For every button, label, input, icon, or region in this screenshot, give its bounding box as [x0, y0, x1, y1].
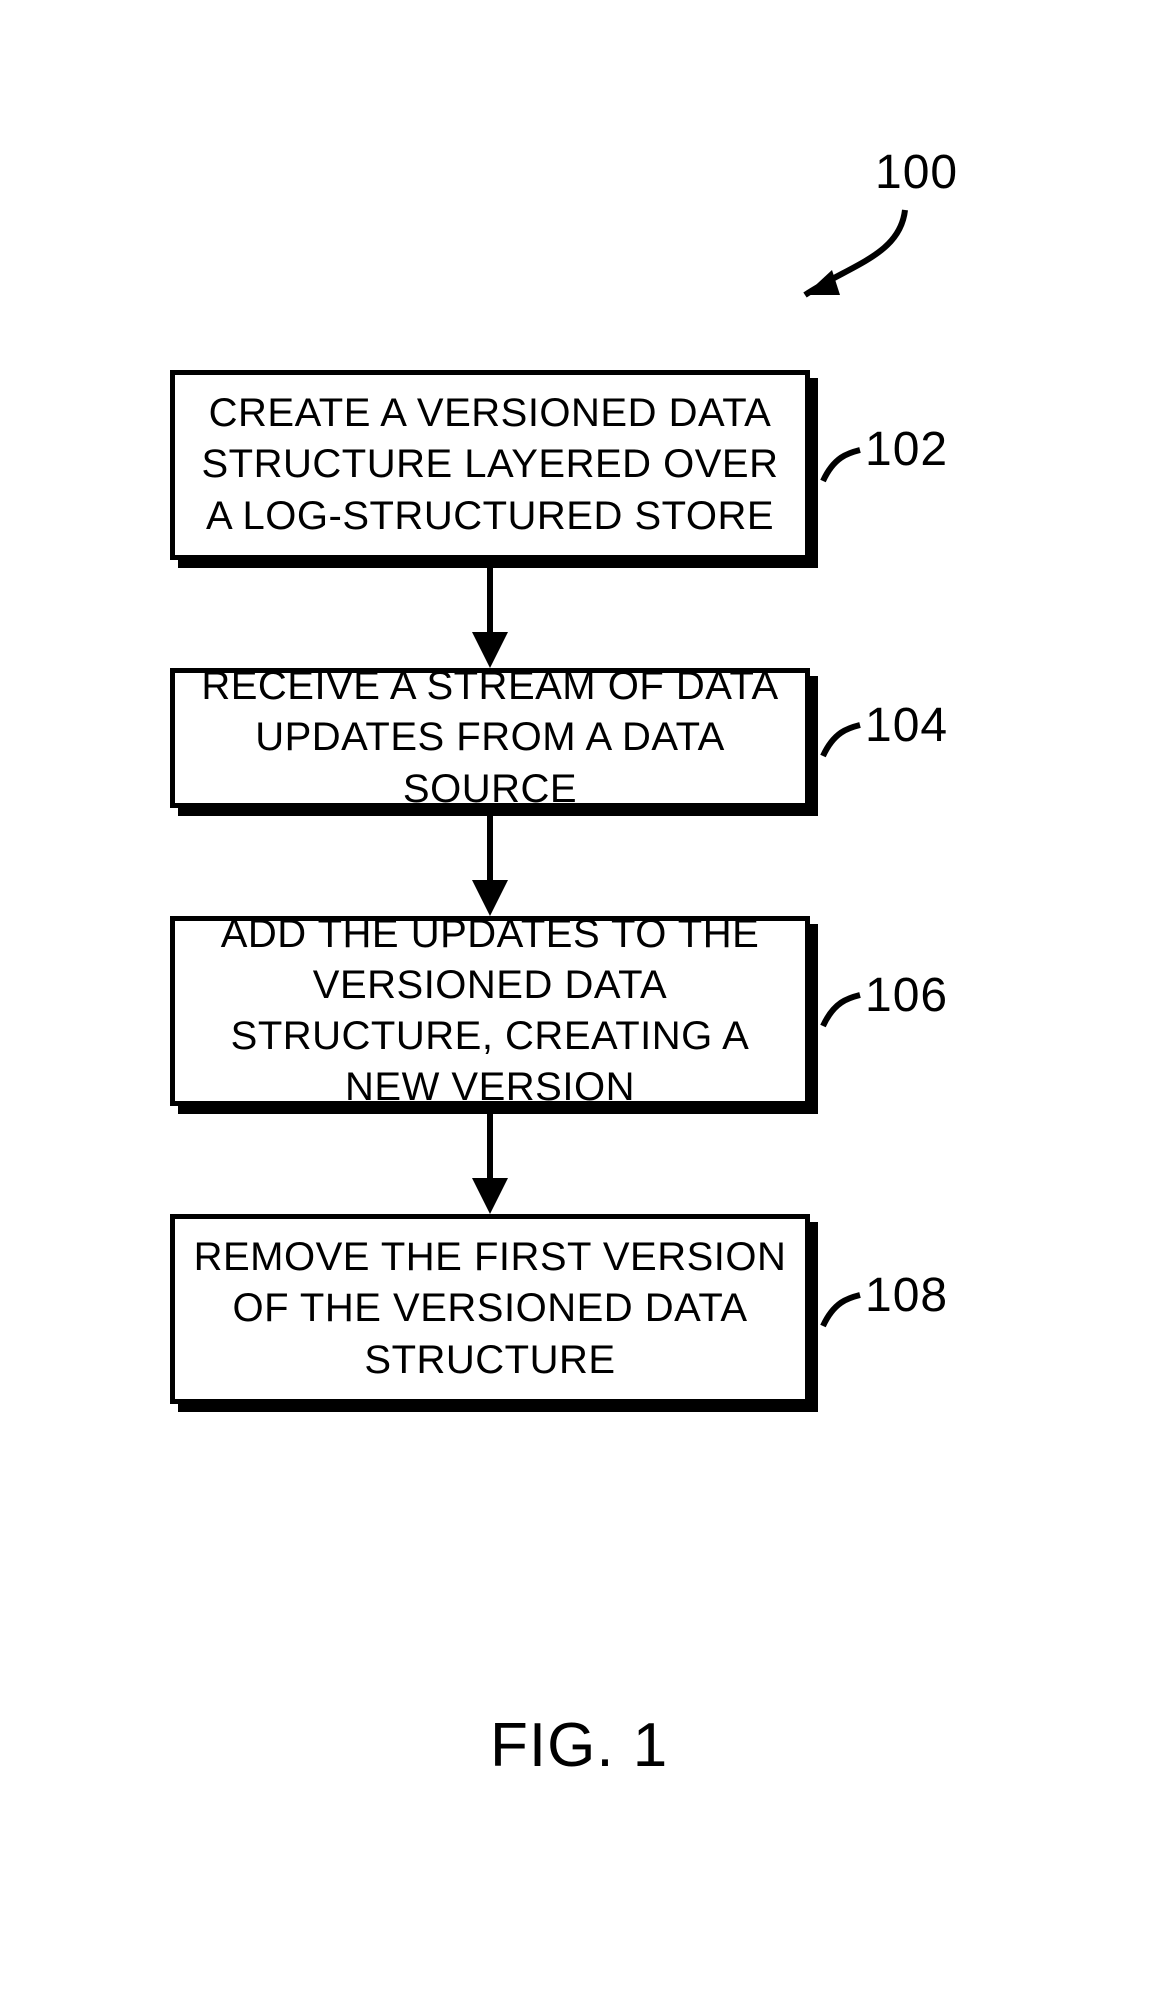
step-1-text: CREATE A VERSIONED DATA STRUCTURE LAYERE…	[193, 388, 787, 542]
arrow-2-3	[487, 816, 493, 886]
arrow-1-2	[487, 568, 493, 638]
figure-caption: FIG. 1	[490, 1710, 668, 1781]
step-2-lead	[818, 720, 864, 762]
step-3-ref: 106	[865, 968, 948, 1023]
step-3-lead	[818, 990, 864, 1032]
step-1-lead	[818, 445, 864, 487]
step-4-lead	[818, 1290, 864, 1332]
step-2-text: RECEIVE A STREAM OF DATA UPDATES FROM A …	[193, 661, 787, 815]
arrow-3-4	[487, 1114, 493, 1184]
flowchart-diagram: 100 CREATE A VERSIONED DATA STRUCTURE LA…	[0, 0, 1163, 1989]
diagram-ref-label: 100	[875, 145, 958, 200]
step-1-ref: 102	[865, 422, 948, 477]
step-2-ref: 104	[865, 698, 948, 753]
diagram-ref-arrow	[770, 200, 930, 320]
step-4-ref: 108	[865, 1268, 948, 1323]
arrow-3-4-head	[472, 1178, 508, 1214]
step-4-text: REMOVE THE FIRST VERSION OF THE VERSIONE…	[193, 1232, 787, 1386]
step-3-text: ADD THE UPDATES TO THE VERSIONED DATA ST…	[193, 909, 787, 1114]
